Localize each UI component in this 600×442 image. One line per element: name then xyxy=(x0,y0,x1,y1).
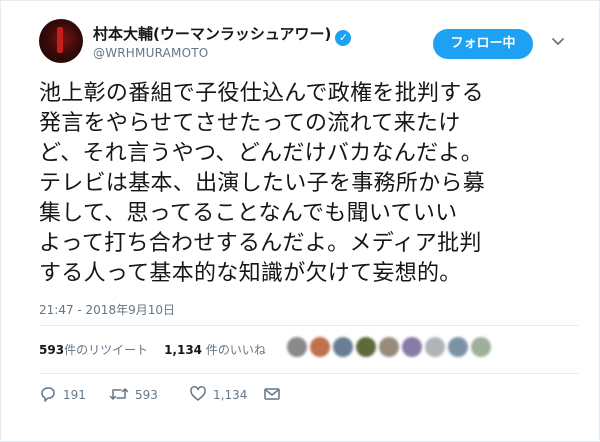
reply-button[interactable]: 191 xyxy=(39,385,86,403)
tweet-card: 村本大輔(ウーマンラッシュアワー) ✓ @WRHMURAMOTO フォロー中 池上… xyxy=(0,0,600,442)
tweet-timestamp[interactable]: 21:47 - 2018年9月10日 xyxy=(39,301,175,318)
liker-avatar[interactable] xyxy=(402,337,422,357)
reply-icon xyxy=(41,387,55,402)
liker-avatar[interactable] xyxy=(379,337,399,357)
retweet-button[interactable]: 593 xyxy=(109,385,158,403)
user-handle[interactable]: @WRHMURAMOTO xyxy=(93,46,208,60)
liker-avatar[interactable] xyxy=(425,337,445,357)
retweet-stat-count: 593 xyxy=(39,343,65,357)
like-stat-label: 件のいいね xyxy=(202,343,266,357)
direct-message-button[interactable] xyxy=(263,385,287,403)
retweet-icon xyxy=(109,388,129,400)
avatar[interactable] xyxy=(39,19,83,63)
liker-avatar[interactable] xyxy=(333,337,353,357)
retweet-stat-label: 件のリツイート xyxy=(64,343,149,357)
divider xyxy=(39,373,579,374)
retweet-count: 593 xyxy=(135,388,158,402)
chevron-down-icon[interactable] xyxy=(551,35,565,49)
tweet-stats: 593件のリツイート 1,134 件のいいね xyxy=(39,341,266,358)
display-name-text: 村本大輔(ウーマンラッシュアワー) xyxy=(93,25,332,43)
display-name[interactable]: 村本大輔(ウーマンラッシュアワー) ✓ xyxy=(93,23,352,46)
liker-avatar[interactable] xyxy=(448,337,468,357)
liker-avatar[interactable] xyxy=(287,337,307,357)
envelope-icon xyxy=(264,388,280,400)
verified-badge-icon: ✓ xyxy=(335,30,352,46)
like-button[interactable]: 1,134 xyxy=(189,385,247,403)
liker-avatars xyxy=(287,337,491,357)
divider xyxy=(39,325,579,326)
tweet-text: 池上彰の番組で子役仕込んで政権を批判する 発言をやらせてさせたっての流れて来たけ… xyxy=(39,81,486,286)
reply-count: 191 xyxy=(63,388,86,402)
like-count: 1,134 xyxy=(213,388,248,402)
like-stat[interactable]: 1,134 件のいいね xyxy=(164,343,266,357)
liker-avatar[interactable] xyxy=(310,337,330,357)
retweet-stat[interactable]: 593件のリツイート xyxy=(39,343,148,357)
liker-avatar[interactable] xyxy=(471,337,491,357)
heart-icon xyxy=(190,386,206,401)
liker-avatar[interactable] xyxy=(356,337,376,357)
following-button[interactable]: フォロー中 xyxy=(433,29,533,59)
like-stat-count: 1,134 xyxy=(164,343,203,357)
